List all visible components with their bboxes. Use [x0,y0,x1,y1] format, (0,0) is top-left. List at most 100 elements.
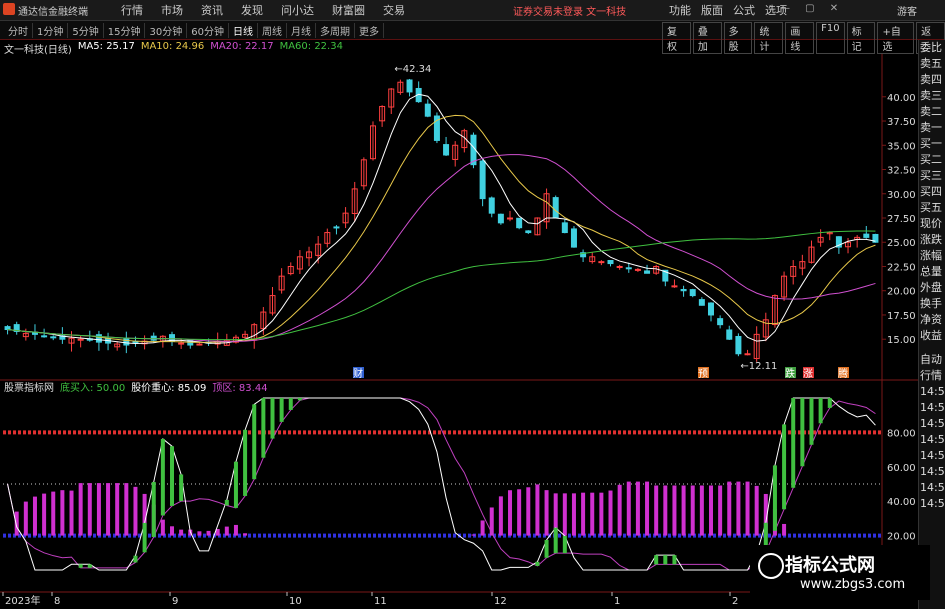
zone-dot [248,533,251,538]
zone-dot [873,430,876,435]
tab-more[interactable]: 更多 [355,23,384,38]
candle-body [497,213,504,224]
zone-dot [698,430,701,435]
price-axis-label: 25.00 [887,238,916,249]
zone-dot [463,533,466,538]
zone-dot [488,430,491,435]
event-label: 预 [698,368,708,380]
zone-dot [758,430,761,435]
indicator-bar [590,492,595,536]
event-label: 腾 [838,367,848,380]
indicator-bar [96,483,101,536]
zone-dot [363,430,366,435]
zone-dot [83,430,86,435]
ma5-line [7,93,876,344]
panel-label: 换手 [920,297,942,310]
zone-dot [73,430,76,435]
candle-body [406,79,413,93]
indicator-name[interactable]: 股票指标网 [4,379,54,394]
watermark-title: 指标公式网 [785,555,875,576]
menu-zixun[interactable]: 资讯 [192,2,232,18]
zone-dot [413,430,416,435]
zone-dot [273,533,276,538]
zone-dot [13,430,16,435]
zone-dot [793,533,796,538]
menu-gongneng[interactable]: 功能 [664,2,696,18]
candle-body [644,270,651,274]
tab-fenshi[interactable]: 分时 [4,23,33,38]
zone-dot [413,533,416,538]
indicator-bar [517,489,522,536]
zone-dot [278,430,281,435]
tab-5min[interactable]: 5分钟 [68,23,104,38]
candle-body [607,260,614,265]
zone-dot [478,430,481,435]
tab-1min[interactable]: 1分钟 [33,23,69,38]
zone-dot [853,430,856,435]
tick-time: 14:50 [920,401,945,414]
menu-wenxiaoda[interactable]: 问小达 [272,2,323,18]
zone-dot [483,430,486,435]
tab-30min[interactable]: 30分钟 [145,23,188,38]
zone-dot [768,430,771,435]
indicator-bar [562,493,567,536]
menu-shichang[interactable]: 市场 [152,2,192,18]
menu-faxian[interactable]: 发现 [232,2,272,18]
zone-dot [728,430,731,435]
indicator-bar [508,490,513,536]
indicator-axis-label: 60.00 [887,463,916,474]
zone-dot [418,430,421,435]
zone-dot [353,533,356,538]
menu-gongshi[interactable]: 公式 [728,2,760,18]
indicator-bar [14,511,19,536]
zone-dot [263,533,266,538]
indicator-bar [626,481,631,536]
zone-dot [778,430,781,435]
tab-multi[interactable]: 多周期 [316,23,355,38]
price-axis-label: 37.50 [887,117,916,128]
zone-dot [463,430,466,435]
candle-body [863,233,870,238]
menu-jiaoyi[interactable]: 交易 [374,2,414,18]
zone-dot [238,533,241,538]
zone-dot [253,533,256,538]
tab-60min[interactable]: 60分钟 [187,23,229,38]
ma20-line [7,154,876,342]
candle-body [717,318,724,326]
panel-label: 现价 [920,217,942,230]
auto-toggle[interactable]: 自动 [919,352,945,368]
x-axis-label: 8 [54,596,60,607]
zone-dot [373,533,376,538]
menu-caifuquan[interactable]: 财富圈 [323,2,374,18]
indicator-bar [206,530,211,536]
zone-dot [93,430,96,435]
buy-bar [160,438,165,516]
zone-dot [33,430,36,435]
quote-tab[interactable]: 行情 [919,368,945,384]
ma60-line [7,230,876,341]
zone-dot [838,430,841,435]
indicator-bar [133,486,138,536]
zone-dot [28,533,31,538]
window-controls[interactable]: — ▢ ✕ [780,3,844,14]
guest-label[interactable]: 游客 [897,3,917,18]
tab-weekly[interactable]: 周线 [258,23,287,38]
candle-body [479,160,486,200]
login-notice[interactable]: 证券交易未登录 文一科技 [513,3,626,18]
tab-monthly[interactable]: 月线 [287,23,316,38]
zone-dot [828,430,831,435]
tab-15min[interactable]: 15分钟 [104,23,146,38]
zone-dot [158,430,161,435]
indicator-bar [681,485,686,536]
indicator-bar [699,485,704,536]
buy-bar [288,398,293,410]
kline-chart[interactable]: 40.00 37.50 35.00 32.50 30.00 27.50 25.00 22.50… [0,40,918,609]
zone-dot [38,430,41,435]
zone-dot [713,533,716,538]
candle-body [4,326,11,331]
zone-dot [288,533,291,538]
menu-hangqing[interactable]: 行情 [112,2,152,18]
tab-daily[interactable]: 日线 [229,23,258,38]
buy-bar [672,555,677,565]
menu-banmian[interactable]: 版面 [696,2,728,18]
